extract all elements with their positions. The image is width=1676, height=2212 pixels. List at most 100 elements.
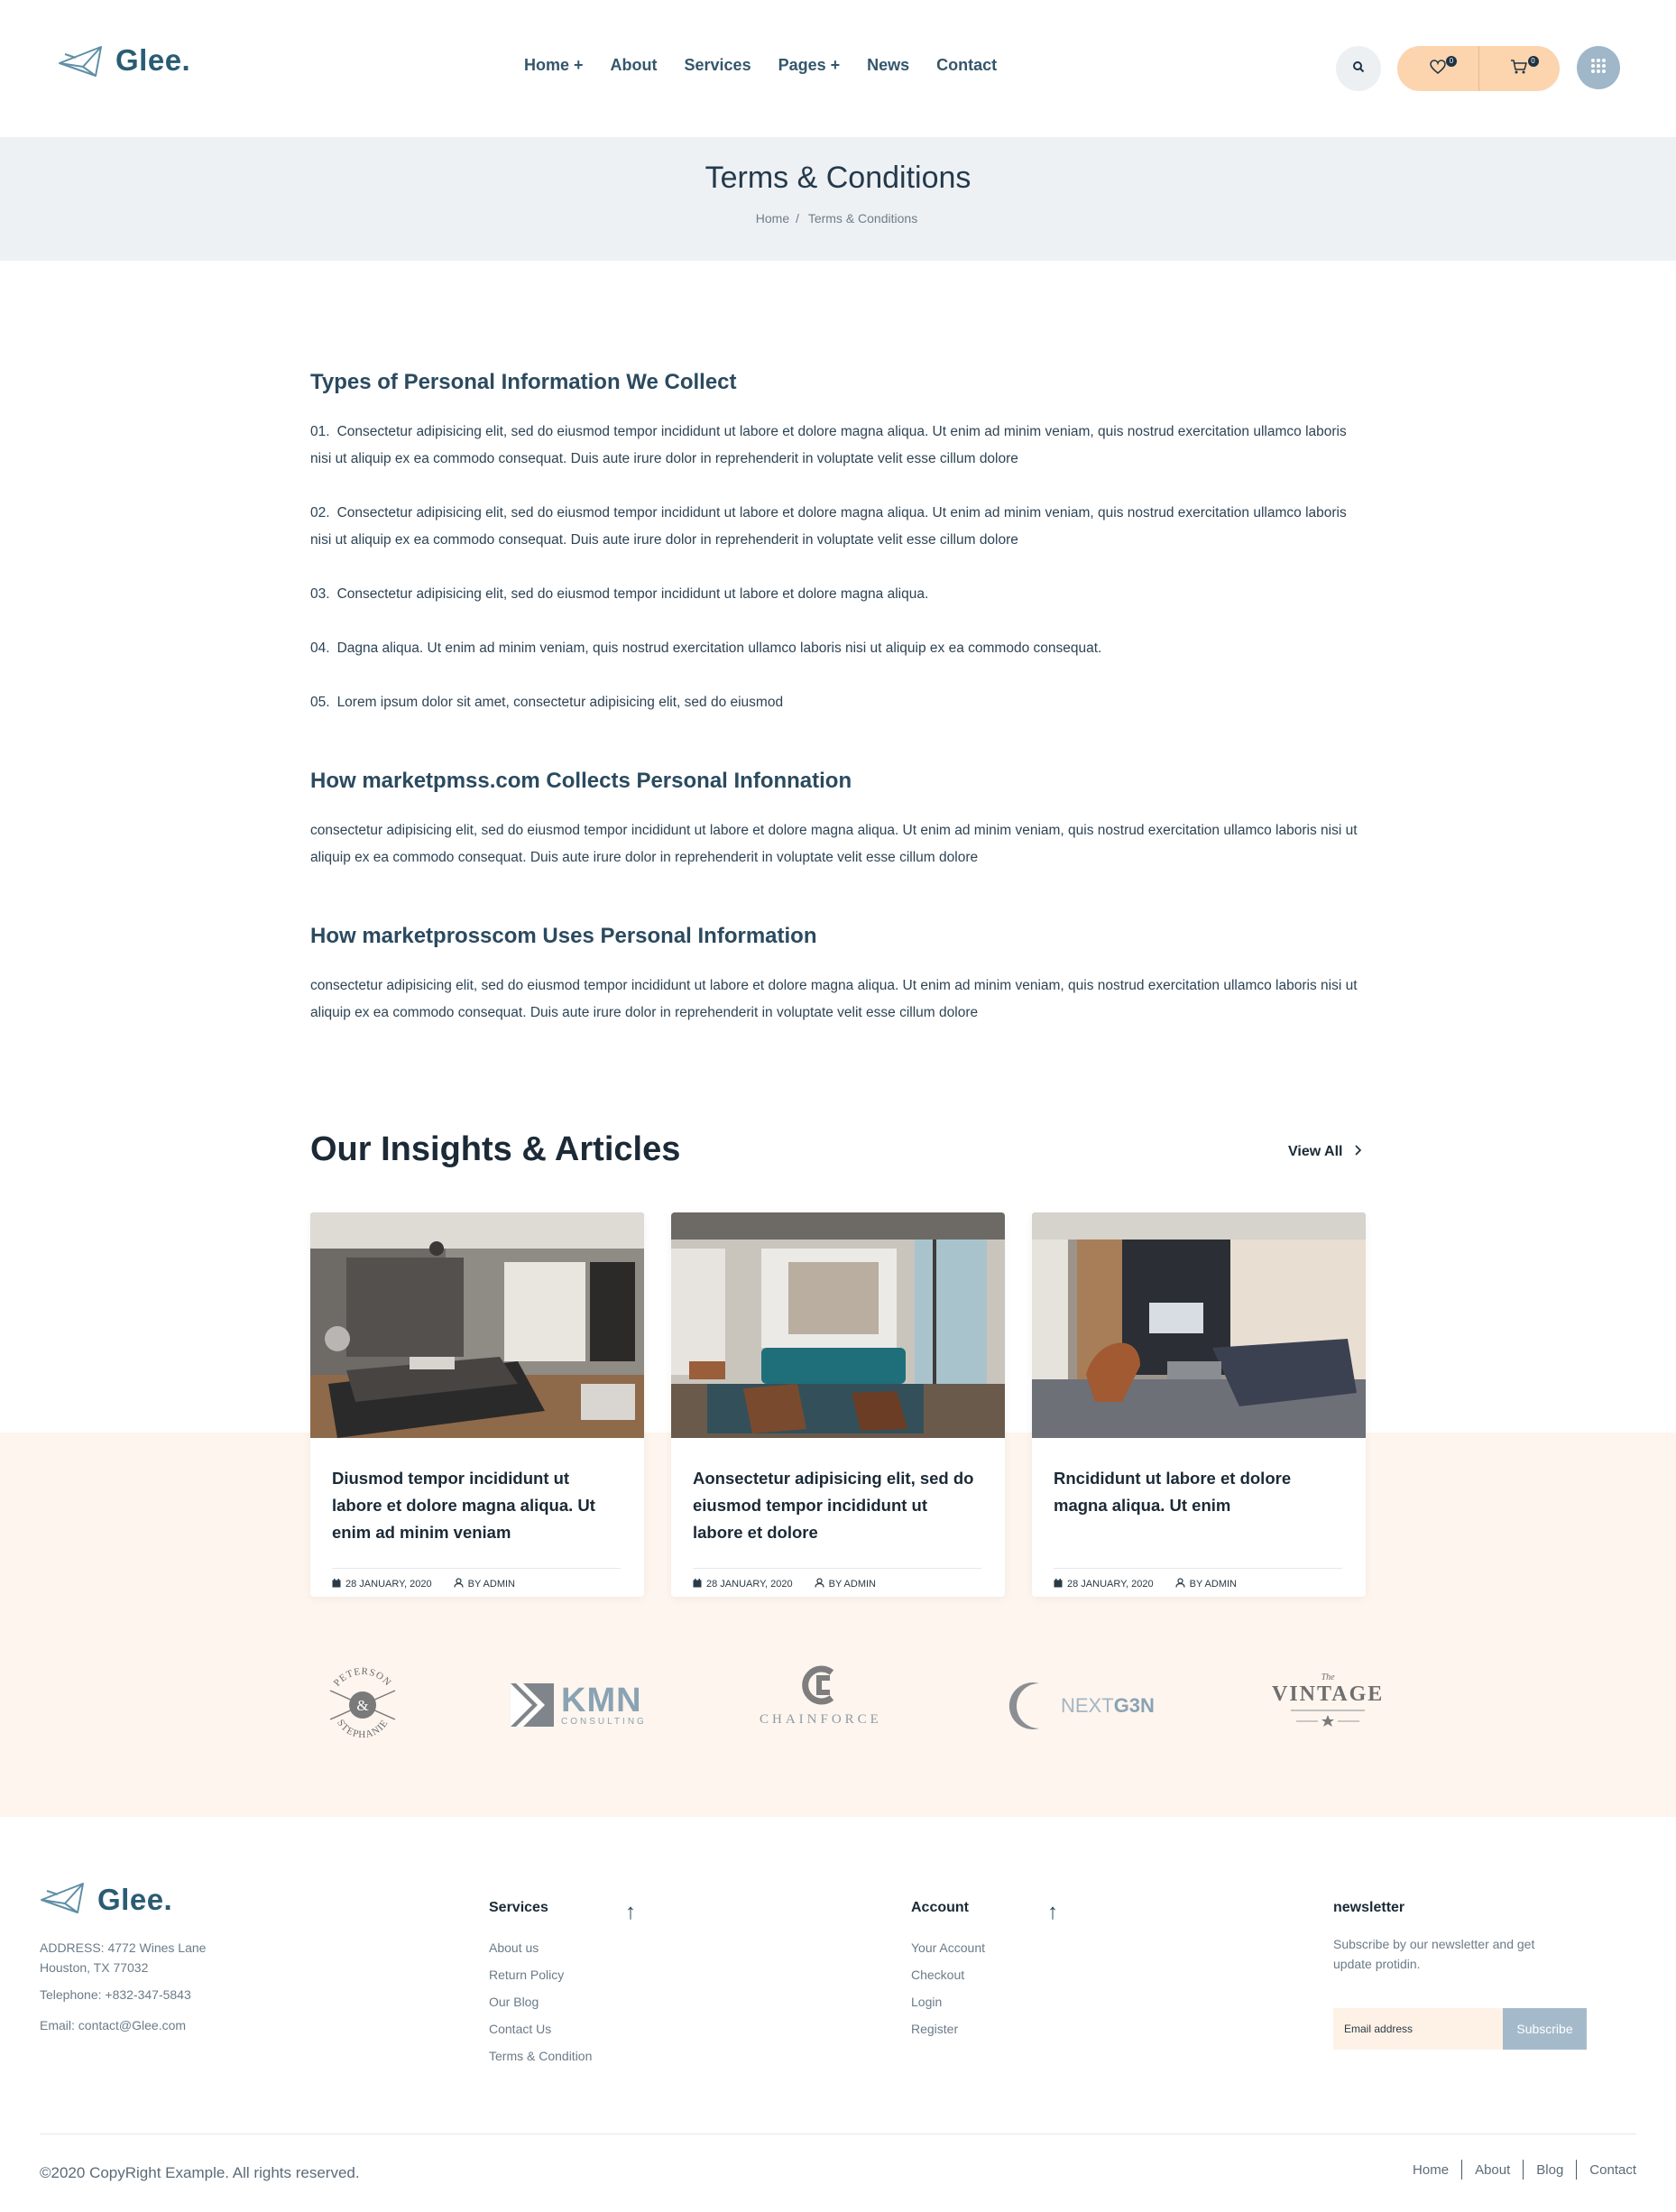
term-text: Consectetur adipisicing elit, sed do eiu… — [310, 424, 1347, 466]
section-heading: How marketprosscom Uses Personal Informa… — [310, 924, 817, 948]
nav-services[interactable]: Services — [685, 56, 751, 75]
brand-peterson-bottom: STEPHANIE — [335, 1718, 390, 1740]
heart-icon — [1429, 59, 1446, 78]
calendar-icon — [1054, 1578, 1063, 1590]
site-logo[interactable]: Glee. — [58, 43, 190, 78]
brand-logo-chainforce[interactable]: CHAINFORCE — [760, 1664, 882, 1728]
brand-kmn-name: KMN — [561, 1682, 642, 1719]
bottom-nav-home[interactable]: Home — [1413, 2162, 1449, 2178]
article-title[interactable]: Diusmod tempor incididunt ut labore et d… — [332, 1465, 621, 1555]
article-author-text: BY ADMIN — [828, 1579, 876, 1590]
term-item: 05. Lorem ipsum dolor sit amet, consectet… — [310, 689, 1366, 716]
brand-kmn-sub: CONSULTING — [561, 1717, 647, 1727]
article-image-lounge[interactable] — [1032, 1212, 1366, 1438]
footer-link[interactable]: Return Policy — [489, 1961, 592, 1988]
brand-vintage-the: The — [1321, 1673, 1335, 1682]
article-image-bedroom[interactable] — [310, 1212, 644, 1438]
arrow-up-icon[interactable]: ↑ — [625, 1900, 636, 1925]
brand-vintage-name: VINTAGE — [1272, 1682, 1385, 1706]
cart-button[interactable]: 0 — [1479, 46, 1561, 91]
article-meta: 28 JANUARY, 2020 BY ADMIN — [332, 1568, 621, 1590]
article-title[interactable]: Rncididunt ut labore et dolore magna ali… — [1054, 1465, 1342, 1555]
article-card[interactable]: Rncididunt ut labore et dolore magna ali… — [1032, 1212, 1366, 1597]
article-meta: 28 JANUARY, 2020 BY ADMIN — [693, 1568, 981, 1590]
svg-text:STEPHANIE: STEPHANIE — [335, 1718, 391, 1740]
term-item: 02. Consectetur adipisicing elit, sed do … — [310, 500, 1366, 554]
brand-logo-nextgen[interactable]: NEXT G3N — [1008, 1682, 1155, 1730]
article-date-text: 28 JANUARY, 2020 — [345, 1579, 432, 1590]
footer-link[interactable]: Login — [911, 1988, 985, 2015]
bottom-nav-contact[interactable]: Contact — [1589, 2162, 1636, 2178]
article-date-text: 28 JANUARY, 2020 — [1067, 1579, 1154, 1590]
view-all-link[interactable]: View All — [1288, 1144, 1362, 1160]
term-text: Dagna aliqua. Ut enim ad minim veniam, q… — [336, 641, 1102, 656]
footer-link[interactable]: Your Account — [911, 1934, 985, 1961]
bottom-nav-about[interactable]: About — [1475, 2162, 1510, 2178]
footer-logo-text: Glee. — [97, 1882, 173, 1916]
footer-link[interactable]: Contact Us — [489, 2015, 592, 2042]
footer-link[interactable]: Terms & Condition — [489, 2042, 592, 2069]
article-author: BY ADMIN — [1175, 1578, 1237, 1590]
wishlist-button[interactable]: 0 — [1397, 46, 1479, 91]
breadcrumb-home[interactable]: Home — [756, 211, 789, 226]
section-paragraph: consectetur adipisicing elit, sed do eiu… — [310, 823, 1358, 865]
footer-email[interactable]: Email: contact@Glee.com — [40, 2018, 186, 2032]
article-author-text: BY ADMIN — [467, 1579, 515, 1590]
footer-link[interactable]: Checkout — [911, 1961, 985, 1988]
terms-section-collects-how: How marketpmss.com Collects Personal Inf… — [310, 769, 1366, 871]
article-card[interactable]: Aonsectetur adipisicing elit, sed do eiu… — [671, 1212, 1005, 1597]
article-title[interactable]: Aonsectetur adipisicing elit, sed do eiu… — [693, 1465, 981, 1555]
term-item: 01. Consectetur adipisicing elit, sed do … — [310, 419, 1366, 473]
arrow-up-icon[interactable]: ↑ — [1047, 1900, 1058, 1925]
newsletter-description: Subscribe by our newsletter and get upda… — [1333, 1937, 1535, 1971]
article-date: 28 JANUARY, 2020 — [1054, 1578, 1154, 1590]
copyright-text: ©2020 CopyRight Example. All rights rese… — [40, 2164, 360, 2181]
section-paragraph: consectetur adipisicing elit, sed do eiu… — [310, 978, 1358, 1020]
nav-pages[interactable]: Pages + — [778, 56, 841, 75]
nav-divider — [1461, 2160, 1463, 2180]
article-date: 28 JANUARY, 2020 — [332, 1578, 432, 1590]
calendar-icon — [332, 1578, 341, 1590]
nav-news[interactable]: News — [867, 56, 909, 75]
cart-count-badge: 0 — [1527, 56, 1539, 67]
site-header: Glee. Home + About Services Pages + News… — [0, 0, 1676, 137]
brand-peterson-mid: & — [356, 1697, 368, 1714]
nav-home[interactable]: Home + — [524, 56, 584, 75]
article-author-text: BY ADMIN — [1189, 1579, 1237, 1590]
bottom-nav-blog[interactable]: Blog — [1536, 2162, 1563, 2178]
term-item: 04. Dagna aliqua. Ut enim ad minim veniam… — [310, 635, 1366, 662]
terms-section-collect: Types of Personal Information We Collect… — [310, 370, 1366, 716]
nav-about[interactable]: About — [611, 56, 658, 75]
brand-logo-peterson[interactable]: PETERSON STEPHANIE & — [319, 1662, 406, 1748]
footer-link[interactable]: Our Blog — [489, 1988, 592, 2015]
search-icon — [1352, 60, 1365, 78]
term-text: Consectetur adipisicing elit, sed do eiu… — [310, 505, 1347, 548]
footer-link[interactable]: About us — [489, 1934, 592, 1961]
footer-logo[interactable]: Glee. — [40, 1880, 172, 1919]
menu-grid-button[interactable] — [1577, 46, 1620, 89]
article-image-living-room[interactable] — [671, 1212, 1005, 1438]
brand-chainforce-name: CHAINFORCE — [760, 1712, 882, 1727]
breadcrumb: Home / Terms & Conditions — [0, 211, 1676, 226]
svg-text:PETERSON: PETERSON — [332, 1666, 393, 1689]
brand-logo-kmn[interactable]: KMN CONSULTING — [511, 1683, 647, 1727]
view-all-label: View All — [1288, 1144, 1343, 1159]
brand-nextgen-a: NEXT — [1061, 1694, 1114, 1717]
brand-logo-vintage[interactable]: The VINTAGE — [1272, 1673, 1384, 1728]
address-line: ADDRESS: 4772 Wines Lane — [40, 1940, 207, 1955]
breadcrumb-current: Terms & Conditions — [807, 211, 918, 226]
nav-contact[interactable]: Contact — [936, 56, 997, 75]
user-icon — [815, 1578, 824, 1590]
article-card[interactable]: Diusmod tempor incididunt ut labore et d… — [310, 1212, 644, 1597]
footer-account-heading: Account — [911, 1900, 969, 1915]
paper-plane-icon — [58, 43, 103, 78]
search-button[interactable] — [1336, 46, 1381, 91]
subscribe-button[interactable]: Subscribe — [1503, 2008, 1587, 2050]
footer-address: ADDRESS: 4772 Wines Lane Houston, TX 770… — [40, 1938, 206, 1977]
nav-divider — [1576, 2160, 1578, 2180]
article-author: BY ADMIN — [815, 1578, 876, 1590]
wishlist-cart-pill: 0 0 — [1397, 46, 1560, 91]
newsletter-email-input[interactable] — [1333, 2008, 1503, 2050]
terms-content: Types of Personal Information We Collect… — [310, 370, 1366, 1079]
footer-link[interactable]: Register — [911, 2015, 985, 2042]
